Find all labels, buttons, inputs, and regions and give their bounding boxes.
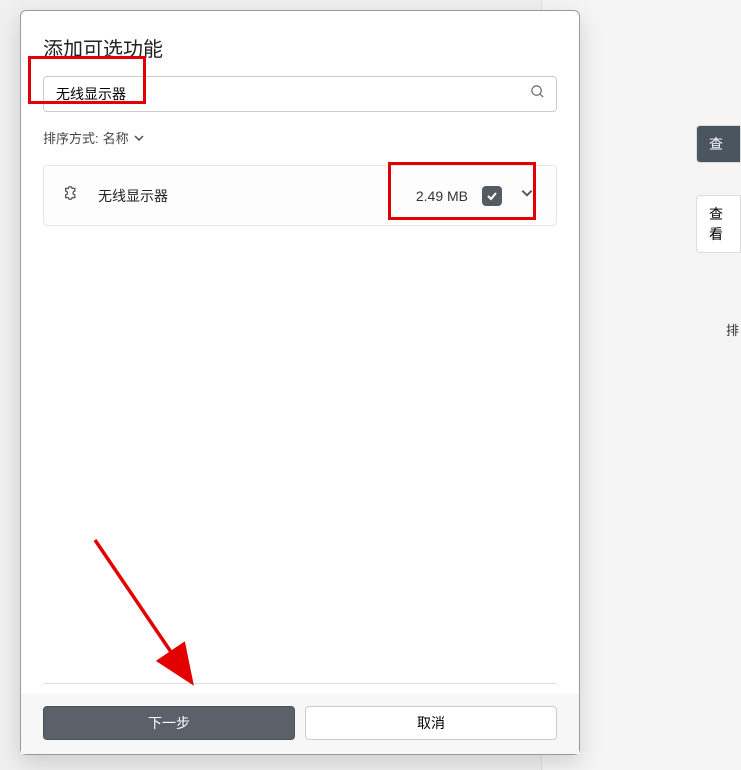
dialog-content: 添加可选功能 排序方式: 名称 xyxy=(21,11,579,694)
bg-view-button-1[interactable]: 查 xyxy=(696,125,741,163)
bg-sort-text: 排 xyxy=(726,320,741,339)
sort-label: 排序方式: xyxy=(43,128,99,147)
dialog-footer: 下一步 取消 xyxy=(21,694,579,754)
search-wrapper xyxy=(43,76,557,112)
cancel-button[interactable]: 取消 xyxy=(305,706,557,740)
add-optional-features-dialog: 添加可选功能 排序方式: 名称 xyxy=(20,10,580,755)
sort-row: 排序方式: 名称 xyxy=(43,128,557,147)
feature-name: 无线显示器 xyxy=(98,186,402,206)
feature-expand-button[interactable] xyxy=(516,182,538,209)
check-icon xyxy=(486,190,498,202)
feature-item[interactable]: 无线显示器 2.49 MB xyxy=(43,165,557,226)
next-button[interactable]: 下一步 xyxy=(43,706,295,740)
search-input[interactable] xyxy=(43,76,557,112)
feature-checkbox[interactable] xyxy=(482,186,502,206)
sort-value: 名称 xyxy=(103,128,129,147)
puzzle-piece-icon xyxy=(62,182,84,209)
chevron-down-icon xyxy=(520,186,534,200)
sort-dropdown[interactable]: 名称 xyxy=(103,128,145,147)
spacer xyxy=(43,226,557,683)
feature-size: 2.49 MB xyxy=(416,188,468,204)
bg-view-button-2[interactable]: 查看 xyxy=(696,195,741,253)
bottom-divider xyxy=(43,683,557,684)
chevron-down-icon xyxy=(133,132,145,144)
dialog-title: 添加可选功能 xyxy=(43,33,557,62)
